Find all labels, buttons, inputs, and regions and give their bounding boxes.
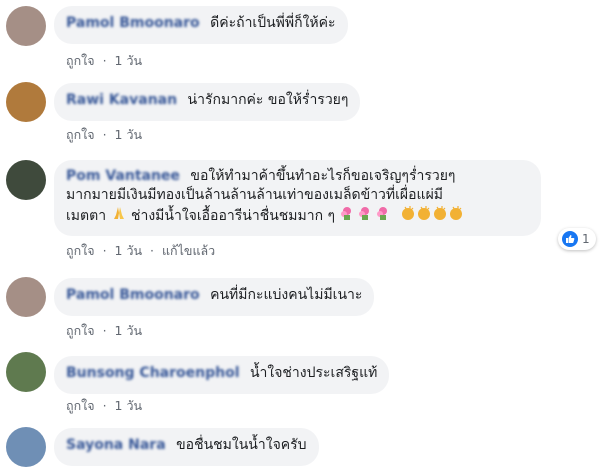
comment-actions: ถูกใจ · 1 วัน [66,396,142,416]
comment-bubble: Rawi Kavanan น่ารักมากค่ะ ขอให้ร่ำรวยๆ [54,83,361,121]
comment-text: ดีค่ะถ้าเป็นพี่พี่ก็ให้ค่ะ [210,15,336,31]
comment-text: น่ารักมากค่ะ ขอให้ร่ำรวยๆ [187,92,349,108]
separator: · [102,127,107,142]
avatar[interactable] [6,82,46,122]
like-link[interactable]: ถูกใจ [66,396,95,416]
timestamp[interactable]: 1 วัน [115,125,143,145]
comment-actions: ถูกใจ · 1 วัน [66,125,142,145]
comment-text: คนที่มีกะแบ่งคนไม่มีเนาะ [210,287,363,303]
timestamp[interactable]: 1 วัน [115,51,143,71]
comment-text-line-2: มากมายมีเงินมีทองเป็นล้านล้านล้านเท่าของ… [66,187,444,203]
like-link[interactable]: ถูกใจ [66,241,95,261]
comment-bubble: Pamol Bmoonaro ดีค่ะถ้าเป็นพี่พี่ก็ให้ค่… [54,6,348,44]
timestamp[interactable]: 1 วัน [115,241,143,261]
comment-bubble: Sayona Nara ขอชื่นชมในน้ำใจครับ [54,428,319,466]
comment-text-line-1: ขอให้ทำมาค้าขึ้นทำอะไรก็ขอเจริญๆร่ำรวยๆ [190,168,456,184]
timestamp[interactable]: 1 วัน [115,321,143,341]
comment-text: ขอชื่นชมในน้ำใจครับ [176,437,307,453]
comment-bubble: Pamol Bmoonaro คนที่มีกะแบ่งคนไม่มีเนาะ [54,278,375,316]
commenter-name[interactable]: Pamol Bmoonaro [66,15,200,31]
comment-actions: ถูกใจ · 1 วัน [66,321,142,341]
avatar[interactable] [6,277,46,317]
separator: · [102,243,107,258]
comment-text-line-4: ช่างมีน้ำใจเอื้ออารีน่าชื่นชมมาก ๆ [130,208,336,224]
comment-actions: ถูกใจ · 1 วัน [66,51,142,71]
separator: · [102,53,107,68]
avatar[interactable] [6,352,46,392]
reaction-count: 1 [582,232,590,246]
commenter-name[interactable]: Bunsong Charoenphol [66,365,240,381]
comment-bubble: Bunsong Charoenphol น้ำใจช่างประเสริฐแท้ [54,356,390,394]
commenter-name[interactable]: Pom Vantanee [66,168,180,184]
edited-label[interactable]: แก้ไขแล้ว [162,241,215,261]
avatar[interactable] [6,427,46,467]
thumbs-up-icon [562,231,578,247]
comment-text: น้ำใจช่างประเสริฐแท้ [249,365,378,381]
separator: · [102,398,107,413]
commenter-name[interactable]: Sayona Nara [66,437,166,453]
commenter-name[interactable]: Pamol Bmoonaro [66,287,200,303]
folded-hands-emoji-icon [111,205,127,227]
comment-bubble: Pom Vantanee ขอให้ทำมาค้าขึ้นทำอะไรก็ขอเ… [54,160,541,236]
like-link[interactable]: ถูกใจ [66,321,95,341]
clapping-hands-emoji-icon [400,205,464,227]
comment-actions: ถูกใจ · 1 วัน · แก้ไขแล้ว [66,241,215,261]
commenter-name[interactable]: Rawi Kavanan [66,92,177,108]
reaction-summary[interactable]: 1 [558,228,596,250]
separator: · [102,323,107,338]
avatar[interactable] [6,6,46,46]
separator: · [150,243,154,258]
avatar[interactable] [6,160,46,200]
timestamp[interactable]: 1 วัน [115,396,143,416]
like-link[interactable]: ถูกใจ [66,51,95,71]
flower-bouquet-emoji-icon [339,205,395,227]
like-link[interactable]: ถูกใจ [66,125,95,145]
comment-text-line-3: เมตตา [66,208,107,224]
